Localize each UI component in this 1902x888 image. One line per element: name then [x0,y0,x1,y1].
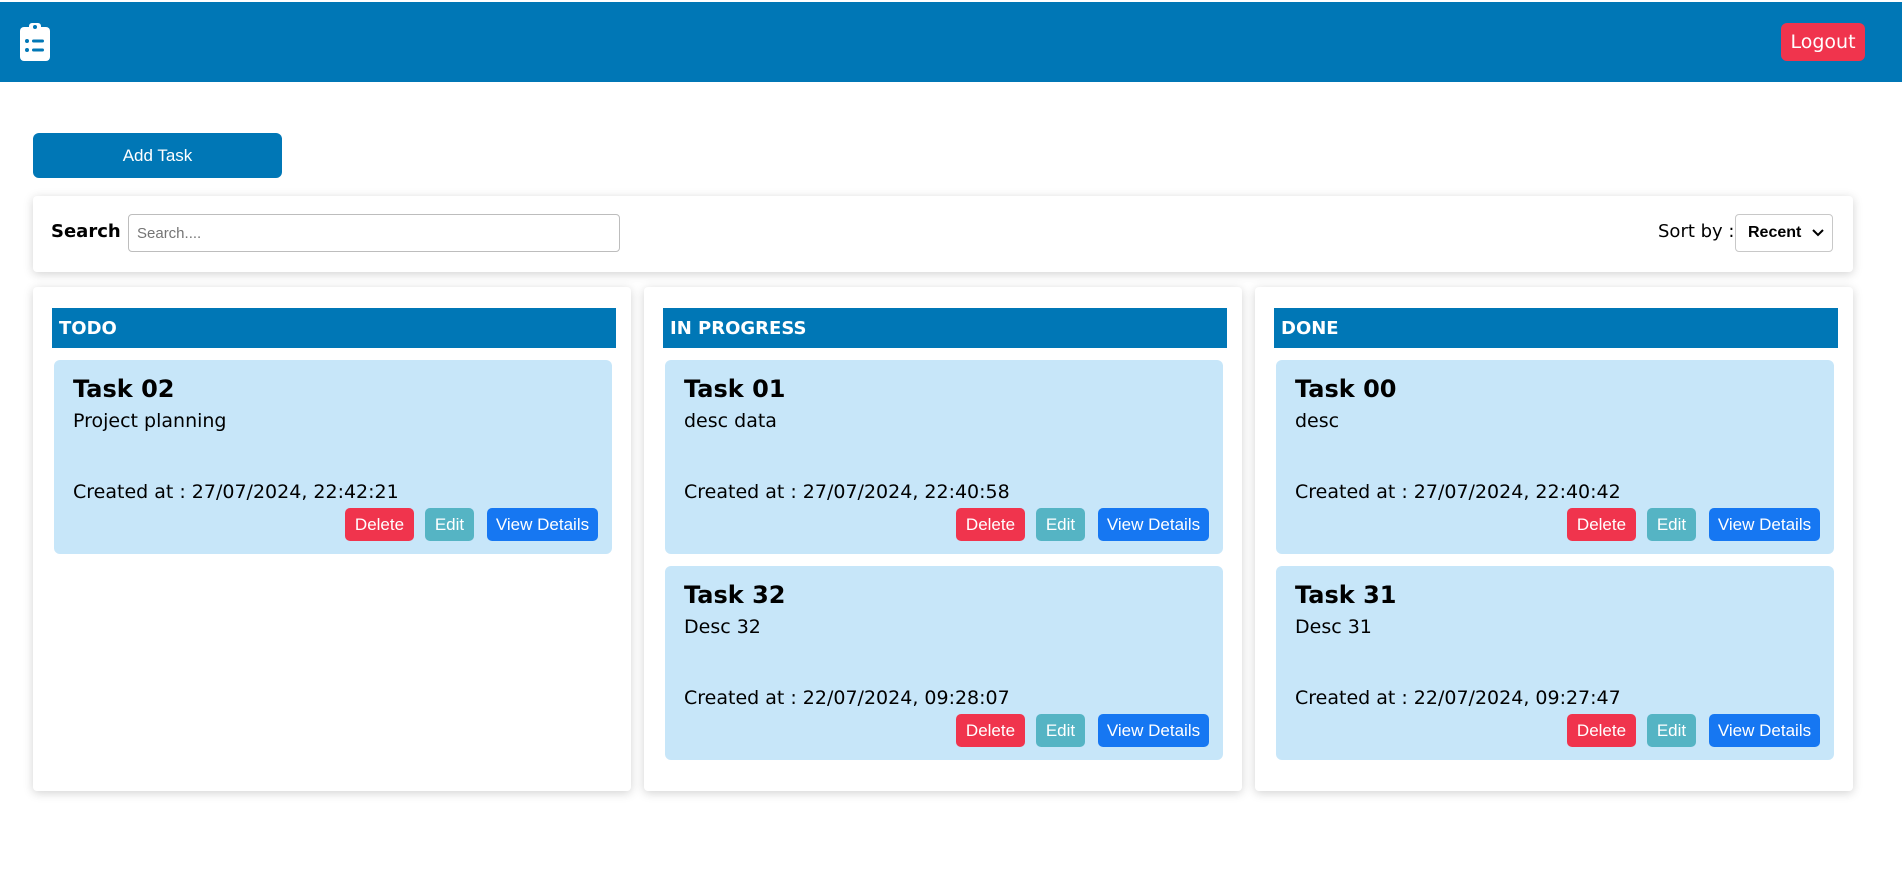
delete-button[interactable]: Delete [956,714,1025,747]
clipboard-list-icon[interactable] [19,22,51,62]
column-done: DONE Task 00 desc Created at : 27/07/202… [1255,287,1853,791]
task-created-at: Created at : 27/07/2024, 22:40:58 [684,481,1010,503]
delete-button[interactable]: Delete [1567,508,1636,541]
logout-button[interactable]: Logout [1781,23,1865,61]
task-created-at: Created at : 27/07/2024, 22:42:21 [73,481,399,503]
delete-button[interactable]: Delete [345,508,414,541]
chevron-down-icon [1812,229,1824,237]
add-task-button[interactable]: Add Task [33,133,282,178]
edit-button[interactable]: Edit [1647,714,1696,747]
edit-button[interactable]: Edit [1647,508,1696,541]
view-details-button[interactable]: View Details [1709,714,1820,747]
task-title: Task 01 [684,375,786,403]
column-todo: TODO Task 02 Project planning Created at… [33,287,631,791]
task-card: Task 01 desc data Created at : 27/07/202… [665,360,1223,554]
task-card: Task 00 desc Created at : 27/07/2024, 22… [1276,360,1834,554]
task-title: Task 02 [73,375,175,403]
column-header: TODO [52,308,616,348]
filter-bar: Search : Sort by : Recent [33,196,1853,272]
task-description: desc [1295,410,1340,432]
search-label: Search : [51,221,135,242]
task-created-at: Created at : 27/07/2024, 22:40:42 [1295,481,1621,503]
edit-button[interactable]: Edit [1036,714,1085,747]
task-description: Desc 32 [684,616,761,638]
edit-button[interactable]: Edit [425,508,474,541]
task-created-at: Created at : 22/07/2024, 09:28:07 [684,687,1010,709]
task-title: Task 32 [684,581,786,609]
view-details-button[interactable]: View Details [487,508,598,541]
task-title: Task 00 [1295,375,1397,403]
task-card: Task 32 Desc 32 Created at : 22/07/2024,… [665,566,1223,760]
task-description: Project planning [73,410,227,432]
column-header: IN PROGRESS [663,308,1227,348]
top-navbar: Logout [0,2,1902,82]
column-header: DONE [1274,308,1838,348]
view-details-button[interactable]: View Details [1098,714,1209,747]
search-input[interactable] [128,214,620,252]
task-title: Task 31 [1295,581,1397,609]
task-created-at: Created at : 22/07/2024, 09:27:47 [1295,687,1621,709]
task-card: Task 02 Project planning Created at : 27… [54,360,612,554]
sort-label: Sort by : [1658,221,1735,242]
task-description: desc data [684,410,777,432]
sort-selected-value: Recent [1748,224,1802,241]
edit-button[interactable]: Edit [1036,508,1085,541]
column-in-progress: IN PROGRESS Task 01 desc data Created at… [644,287,1242,791]
delete-button[interactable]: Delete [1567,714,1636,747]
view-details-button[interactable]: View Details [1709,508,1820,541]
task-description: Desc 31 [1295,616,1372,638]
sort-select[interactable]: Recent [1735,214,1833,252]
view-details-button[interactable]: View Details [1098,508,1209,541]
task-card: Task 31 Desc 31 Created at : 22/07/2024,… [1276,566,1834,760]
delete-button[interactable]: Delete [956,508,1025,541]
